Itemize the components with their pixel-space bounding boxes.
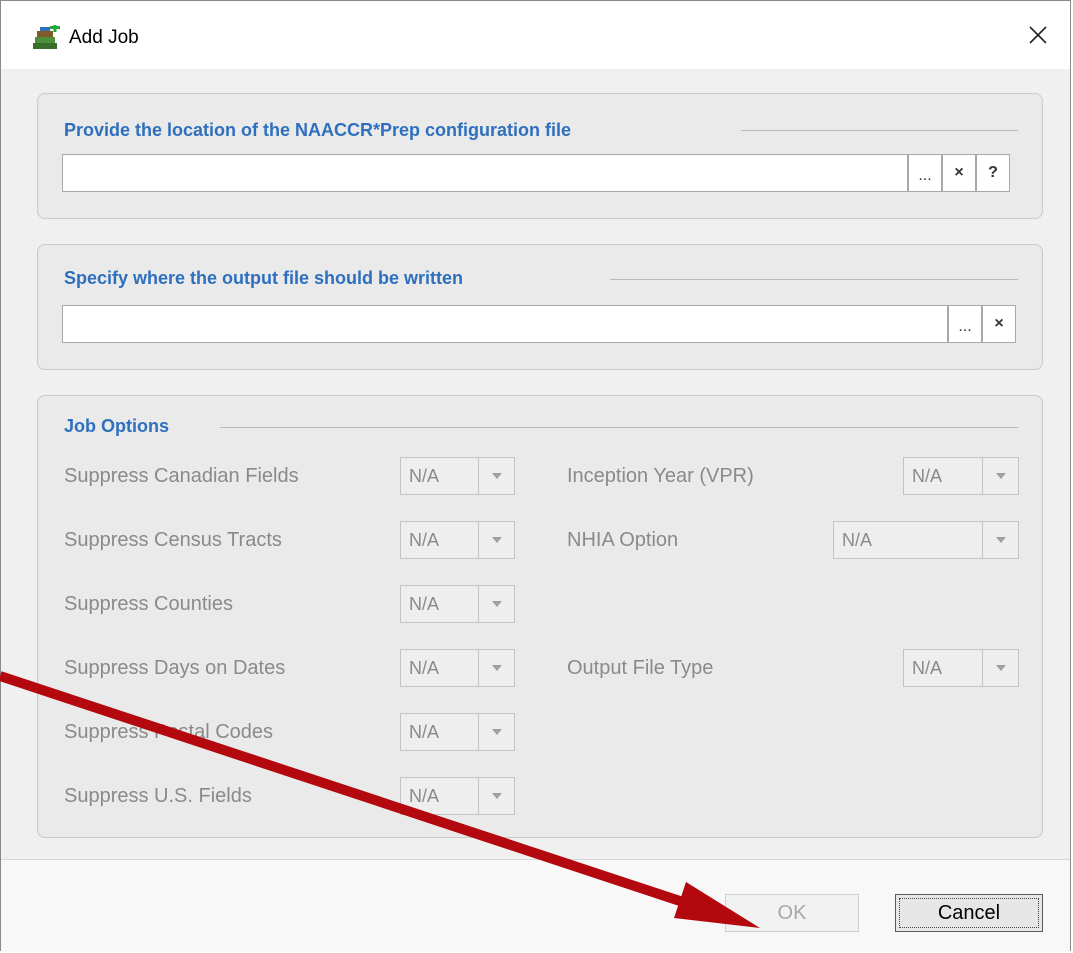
combo-value: N/A: [409, 786, 440, 806]
close-icon: [1027, 24, 1049, 51]
group-divider: [220, 427, 1018, 428]
group-divider: [610, 279, 1018, 280]
output-group-title: Specify where the output file should be …: [64, 268, 464, 288]
browse-label: ...: [918, 167, 932, 184]
option-label: NHIA Option: [567, 529, 679, 551]
config-file-input[interactable]: [62, 154, 908, 192]
chevron-down-icon: [982, 650, 1018, 686]
job-options-title: Job Options: [64, 416, 169, 436]
option-label: Suppress Counties: [64, 593, 233, 615]
combo-value: N/A: [912, 466, 943, 486]
ok-label: OK: [777, 901, 807, 924]
chevron-down-icon: [478, 522, 514, 558]
option-label: Suppress Postal Codes: [64, 721, 274, 743]
job-options-group: Job Options Suppress Canadian Fields N/A…: [37, 395, 1043, 838]
combo-value: N/A: [409, 722, 440, 742]
config-help-button[interactable]: ?: [976, 154, 1010, 192]
chevron-down-icon: [478, 458, 514, 494]
output-file-input[interactable]: [62, 305, 948, 343]
chevron-down-icon: [478, 586, 514, 622]
combo-value: N/A: [409, 658, 440, 678]
combo-value: N/A: [409, 594, 440, 614]
ok-button[interactable]: OK: [725, 894, 859, 932]
config-file-group: Provide the location of the NAACCR*Prep …: [37, 93, 1043, 219]
output-clear-button[interactable]: ×: [982, 305, 1016, 343]
suppress-canadian-fields-select[interactable]: N/A: [400, 457, 515, 495]
dialog-content: Provide the location of the NAACCR*Prep …: [1, 69, 1070, 859]
add-job-icon: [31, 23, 61, 51]
combo-value: N/A: [409, 466, 440, 486]
suppress-postal-codes-select[interactable]: N/A: [400, 713, 515, 751]
clear-icon: ×: [954, 164, 964, 181]
inception-year-select[interactable]: N/A: [903, 457, 1019, 495]
help-icon: ?: [988, 164, 998, 181]
option-label: Output File Type: [567, 657, 714, 679]
group-divider: [741, 130, 1018, 131]
dialog-title: Add Job: [69, 27, 139, 48]
output-file-group: Specify where the output file should be …: [37, 244, 1043, 370]
suppress-counties-select[interactable]: N/A: [400, 585, 515, 623]
chevron-down-icon: [478, 778, 514, 814]
add-job-dialog: Add Job Provide the location of the NAAC…: [0, 0, 1071, 952]
chevron-down-icon: [982, 458, 1018, 494]
config-browse-button[interactable]: ...: [908, 154, 942, 192]
option-label: Suppress Canadian Fields: [64, 465, 299, 487]
suppress-us-fields-select[interactable]: N/A: [400, 777, 515, 815]
nhia-option-select[interactable]: N/A: [833, 521, 1019, 559]
chevron-down-icon: [478, 714, 514, 750]
suppress-census-tracts-select[interactable]: N/A: [400, 521, 515, 559]
clear-icon: ×: [994, 315, 1004, 332]
combo-value: N/A: [912, 658, 943, 678]
config-clear-button[interactable]: ×: [942, 154, 976, 192]
browse-label: ...: [958, 318, 972, 335]
option-label: Suppress U.S. Fields: [64, 785, 252, 807]
dialog-footer: OK Cancel: [1, 859, 1070, 952]
close-button[interactable]: [1018, 17, 1058, 57]
config-group-title: Provide the location of the NAACCR*Prep …: [64, 120, 572, 140]
option-label: Suppress Days on Dates: [64, 657, 286, 679]
cancel-button[interactable]: Cancel: [895, 894, 1043, 932]
suppress-days-on-dates-select[interactable]: N/A: [400, 649, 515, 687]
option-label: Suppress Census Tracts: [64, 529, 282, 551]
chevron-down-icon: [982, 522, 1018, 558]
title-bar: Add Job: [1, 1, 1070, 69]
focus-ring: [899, 898, 1039, 928]
output-file-type-select[interactable]: N/A: [903, 649, 1019, 687]
combo-value: N/A: [842, 530, 873, 550]
option-label: Inception Year (VPR): [567, 465, 754, 487]
output-browse-button[interactable]: ...: [948, 305, 982, 343]
combo-value: N/A: [409, 530, 440, 550]
chevron-down-icon: [478, 650, 514, 686]
